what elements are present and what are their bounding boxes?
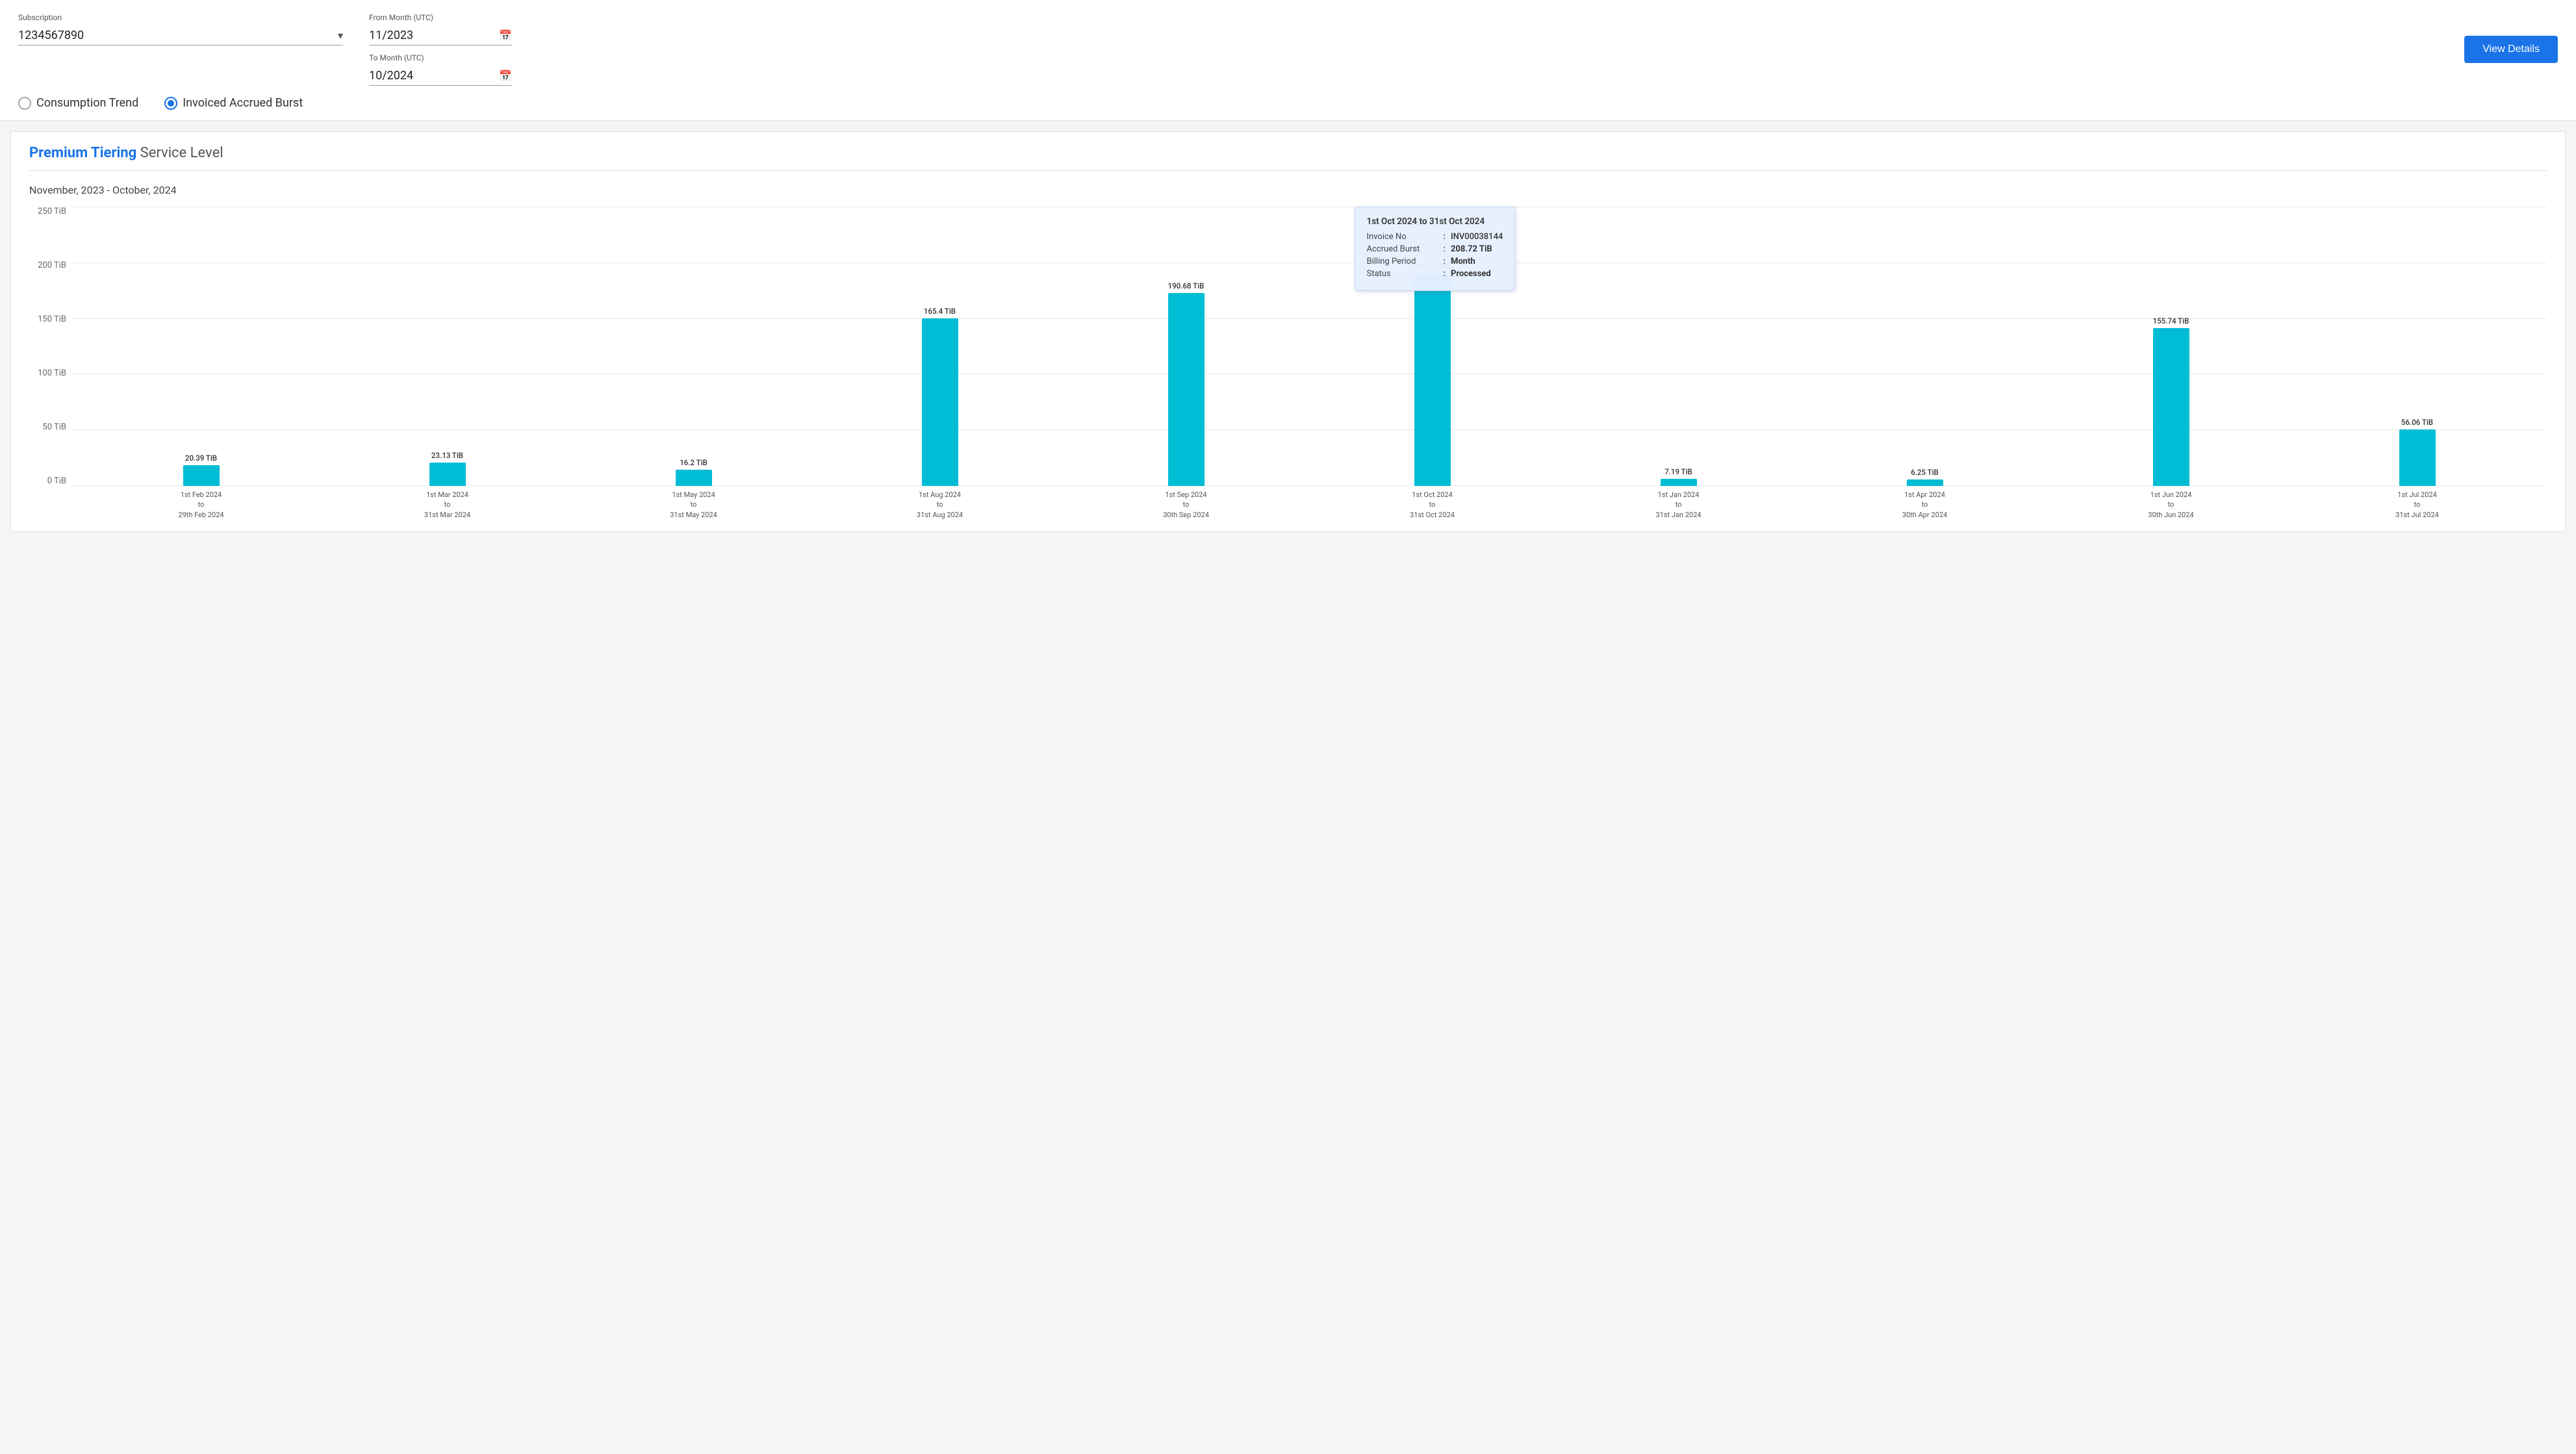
bar-rect[interactable] [2153, 328, 2189, 486]
x-label-group: 1st Apr 2024to30th Apr 2024 [1802, 486, 2048, 518]
x-label-group: 1st May 2024to31st May 2024 [570, 486, 817, 518]
x-axis-label: 1st Jun 2024to30th Jun 2024 [2148, 490, 2193, 520]
subscription-group: Subscription 1234567890 ▾ [18, 13, 343, 45]
radio-label-consumption: Consumption Trend [36, 96, 138, 110]
bar-value-label: 6.25 TiB [1911, 468, 1939, 477]
radio-group: Consumption Trend Invoiced Accrued Burst [18, 96, 2558, 110]
x-label-group: 1st Jun 2024to30th Jun 2024 [2048, 486, 2294, 518]
section-title: Premium Tiering Service Level [29, 145, 2547, 171]
bar-rect[interactable] [1414, 274, 1451, 486]
bar-group[interactable]: 6.25 TiB [1802, 468, 2048, 486]
x-label-group: 1st Sep 2024to30th Sep 2024 [1063, 486, 1309, 518]
radio-outer-invoiced [164, 97, 177, 110]
top-panel: Subscription 1234567890 ▾ From Month (UT… [0, 0, 2576, 121]
bar-rect[interactable] [2399, 429, 2436, 486]
bar-value-label: 208.72 TiB [1414, 262, 1451, 272]
x-labels: 1st Feb 2024to29th Feb 2024 1st Mar 2024t… [71, 486, 2547, 518]
to-month-value: 10/2024 [369, 69, 499, 83]
y-axis: 250 TiB 200 TiB 150 TiB 100 TiB 50 TiB 0 TiB [29, 207, 71, 486]
bar-group[interactable]: 208.72 TiB [1309, 262, 1555, 486]
x-label-group: 1st Mar 2024to31st Mar 2024 [324, 486, 570, 518]
x-label-group: 1st Jan 2024to31st Jan 2024 [1555, 486, 1802, 518]
bar-value-label: 20.39 TiB [185, 453, 217, 463]
bar-value-label: 23.13 TiB [431, 451, 463, 460]
y-axis-label: 250 TiB [38, 207, 66, 216]
subscription-select[interactable]: 1234567890 ▾ [18, 26, 343, 45]
bar-group[interactable]: 190.68 TiB [1063, 281, 1309, 486]
from-month-value: 11/2023 [369, 29, 499, 42]
radio-invoiced-accrued[interactable]: Invoiced Accrued Burst [164, 96, 303, 110]
section-title-light: Service Level [140, 145, 223, 161]
x-axis-label: 1st Aug 2024to31st Aug 2024 [917, 490, 963, 520]
bar-value-label: 155.74 TiB [2153, 316, 2189, 325]
x-axis-label: 1st Feb 2024to29th Feb 2024 [178, 490, 223, 520]
from-month-field: From Month (UTC) 11/2023 📅 [369, 13, 512, 45]
bar-rect[interactable] [183, 465, 220, 486]
bar-group[interactable]: 155.74 TiB [2048, 316, 2294, 486]
bar-group[interactable]: 23.13 TiB [324, 451, 570, 486]
bar-group[interactable]: 20.39 TiB [78, 453, 324, 486]
x-label-group: 1st Feb 2024to29th Feb 2024 [78, 486, 324, 518]
y-axis-label: 150 TiB [38, 314, 66, 324]
bar-rect[interactable] [1661, 479, 1697, 486]
bar-group[interactable]: 7.19 TiB [1555, 467, 1802, 486]
x-label-group: 1st Jul 2024to31st Jul 2024 [2294, 486, 2540, 518]
to-month-label: To Month (UTC) [369, 53, 512, 62]
radio-consumption-trend[interactable]: Consumption Trend [18, 96, 138, 110]
bar-rect[interactable] [676, 470, 712, 486]
view-details-button[interactable]: View Details [2464, 36, 2558, 63]
y-axis-label: 0 TiB [47, 476, 66, 486]
bar-rect[interactable] [922, 318, 958, 486]
bar-rect[interactable] [1907, 479, 1943, 486]
calendar-icon-to[interactable]: 📅 [499, 70, 512, 82]
bar-value-label: 7.19 TiB [1664, 467, 1692, 476]
bar-value-label: 165.4 TiB [924, 307, 956, 316]
bar-group[interactable]: 56.06 TiB [2294, 418, 2540, 486]
x-axis-label: 1st Jul 2024to31st Jul 2024 [2395, 490, 2439, 520]
x-axis-label: 1st May 2024to31st May 2024 [670, 490, 717, 520]
chevron-down-icon: ▾ [338, 29, 343, 42]
main-panel: Premium Tiering Service Level November, … [10, 131, 2566, 532]
subscription-value: 1234567890 [18, 29, 333, 42]
bar-rect[interactable] [429, 463, 466, 486]
chart-date-range: November, 2023 - October, 2024 [29, 184, 2547, 196]
bar-value-label: 16.2 TiB [680, 458, 708, 467]
x-axis-label: 1st Jan 2024to31st Jan 2024 [1656, 490, 1702, 520]
y-axis-label: 50 TiB [42, 422, 66, 432]
from-month-input[interactable]: 11/2023 📅 [369, 26, 512, 45]
x-axis-label: 1st Apr 2024to30th Apr 2024 [1902, 490, 1947, 520]
bar-value-label: 190.68 TiB [1168, 281, 1205, 290]
x-axis-label: 1st Oct 2024to31st Oct 2024 [1410, 490, 1455, 520]
to-month-input[interactable]: 10/2024 📅 [369, 66, 512, 86]
bars-row: 20.39 TiB 23.13 TiB 16.2 TiB 165.4 TiB 190.6… [71, 207, 2547, 486]
chart-inner: 20.39 TiB 23.13 TiB 16.2 TiB 165.4 TiB 190.6… [71, 207, 2547, 486]
to-month-field: To Month (UTC) 10/2024 📅 [369, 53, 512, 86]
bar-value-label: 56.06 TiB [2401, 418, 2433, 427]
radio-outer-consumption [18, 97, 31, 110]
date-group: From Month (UTC) 11/2023 📅 To Month (UTC… [369, 13, 512, 86]
bar-rect[interactable] [1168, 293, 1205, 486]
chart-area: 250 TiB200 TiB150 TiB100 TiB50 TiB0 TiB … [29, 207, 2547, 518]
subscription-label: Subscription [18, 13, 343, 22]
y-axis-label: 200 TiB [38, 261, 66, 270]
y-axis-label: 100 TiB [38, 368, 66, 378]
bar-group[interactable]: 165.4 TiB [817, 307, 1063, 486]
x-axis-label: 1st Sep 2024to30th Sep 2024 [1163, 490, 1209, 520]
radio-inner-invoiced [168, 100, 174, 107]
x-label-group: 1st Aug 2024to31st Aug 2024 [817, 486, 1063, 518]
calendar-icon-from[interactable]: 📅 [499, 29, 512, 42]
x-label-group: 1st Oct 2024to31st Oct 2024 [1309, 486, 1555, 518]
radio-label-invoiced: Invoiced Accrued Burst [183, 96, 303, 110]
section-title-bold: Premium Tiering [29, 145, 136, 161]
from-month-label: From Month (UTC) [369, 13, 512, 22]
bar-group[interactable]: 16.2 TiB [570, 458, 817, 486]
x-axis-label: 1st Mar 2024to31st Mar 2024 [424, 490, 470, 520]
